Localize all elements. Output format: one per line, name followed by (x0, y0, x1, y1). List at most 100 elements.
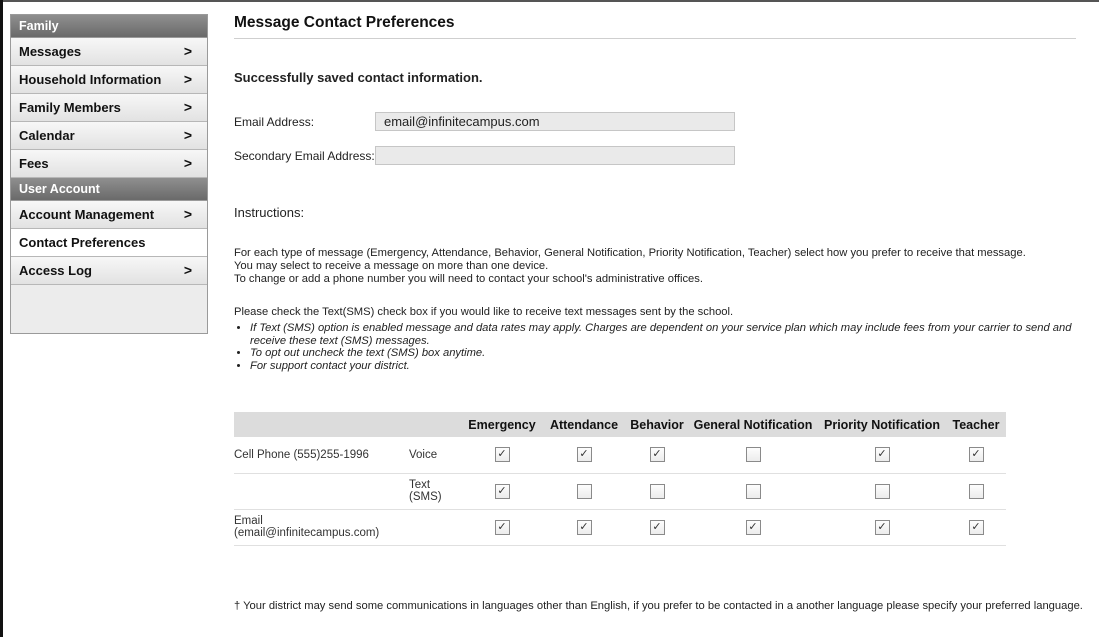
checkmark-icon: ✓ (497, 448, 507, 461)
window-top-border (0, 0, 1099, 2)
checkbox-cell: ✓ (688, 509, 818, 546)
sms-note: Please check the Text(SMS) check box if … (234, 306, 734, 318)
checkmark-icon: ✓ (971, 448, 981, 461)
sidebar-empty-area (11, 285, 207, 333)
sidebar-item-label: Fees (19, 156, 49, 171)
checkbox-checked[interactable]: ✓ (649, 447, 665, 463)
column-header: Behavior (626, 412, 688, 437)
checkbox-checked[interactable]: ✓ (874, 519, 890, 535)
checkmark-icon: ✓ (579, 448, 589, 461)
sidebar-header-user-account: User Account (11, 178, 207, 201)
column-header: Attendance (542, 412, 626, 437)
page-title: Message Contact Preferences (234, 14, 1076, 39)
checkbox-unchecked[interactable] (576, 483, 592, 499)
checkbox-checked[interactable]: ✓ (494, 519, 510, 535)
column-header: General Notification (688, 412, 818, 437)
chevron-right-icon: > (183, 71, 192, 87)
sidebar-item-label: Messages (19, 44, 82, 59)
checkbox-checked[interactable]: ✓ (576, 447, 592, 463)
checkbox-cell: ✓ (462, 509, 542, 546)
sidebar-item-label: Family Members (19, 100, 121, 115)
checkbox-cell: ✓ (946, 509, 1006, 546)
language-footnote: † Your district may send some communicat… (234, 600, 1083, 612)
instructions-line: For each type of message (Emergency, Att… (234, 247, 1026, 259)
main-content: Message Contact Preferences Successfully… (234, 14, 1083, 612)
chevron-right-icon: > (183, 262, 192, 278)
checkbox-checked[interactable]: ✓ (649, 519, 665, 535)
checkbox-checked[interactable]: ✓ (494, 447, 510, 463)
secondary-email-field[interactable] (375, 146, 735, 165)
sidebar-item-account-management[interactable]: Account Management > (11, 201, 207, 229)
table-header-row: Emergency Attendance Behavior General No… (234, 412, 1006, 437)
table-row: Text (SMS) ✓ (234, 473, 1006, 510)
checkbox-cell: ✓ (626, 437, 688, 474)
checkbox-cell: ✓ (462, 437, 542, 474)
checkbox-checked[interactable]: ✓ (576, 519, 592, 535)
checkmark-icon: ✓ (652, 520, 662, 533)
table-row: Email (email@infinitecampus.com) ✓ ✓ ✓ ✓ ✓ ✓ (234, 509, 1006, 546)
sms-bullet: For support contact your district. (250, 360, 1099, 373)
checkbox-cell: ✓ (462, 473, 542, 510)
checkbox-checked[interactable]: ✓ (494, 483, 510, 499)
checkbox-unchecked[interactable] (649, 483, 665, 499)
instructions-line: You may select to receive a message on m… (234, 260, 549, 272)
method-cell: Voice (408, 437, 462, 474)
checkmark-icon: ✓ (971, 520, 981, 533)
column-header-method (408, 412, 462, 437)
checkmark-icon: ✓ (579, 520, 589, 533)
column-header: Teacher (946, 412, 1006, 437)
sidebar-header-family: Family (11, 15, 207, 38)
checkbox-checked[interactable]: ✓ (745, 519, 761, 535)
sidebar-item-label: Account Management (19, 207, 155, 222)
checkmark-icon: ✓ (497, 520, 507, 533)
checkbox-cell (818, 473, 946, 510)
sidebar-item-fees[interactable]: Fees > (11, 150, 207, 178)
sidebar-item-family-members[interactable]: Family Members > (11, 94, 207, 122)
checkbox-unchecked[interactable] (968, 483, 984, 499)
checkmark-icon: ✓ (748, 520, 758, 533)
window-left-border (0, 0, 3, 637)
checkbox-cell: ✓ (542, 509, 626, 546)
method-cell: Text (SMS) (408, 473, 462, 510)
sms-bullet-list: If Text (SMS) option is enabled message … (234, 322, 1099, 372)
checkmark-icon: ✓ (497, 484, 507, 497)
instructions-text: For each type of message (Emergency, Att… (234, 247, 1084, 286)
sidebar-item-access-log[interactable]: Access Log > (11, 257, 207, 285)
sidebar-item-contact-preferences[interactable]: Contact Preferences (11, 229, 207, 257)
checkbox-checked[interactable]: ✓ (968, 519, 984, 535)
checkmark-icon: ✓ (877, 520, 887, 533)
sidebar-item-label: Calendar (19, 128, 75, 143)
checkbox-unchecked[interactable] (745, 483, 761, 499)
sidebar: Family Messages > Household Information … (10, 14, 208, 334)
checkbox-cell: ✓ (818, 437, 946, 474)
success-message: Successfully saved contact information. (234, 70, 483, 85)
checkbox-unchecked[interactable] (874, 483, 890, 499)
checkbox-cell: ✓ (818, 509, 946, 546)
sms-bullet: If Text (SMS) option is enabled message … (250, 322, 1099, 347)
checkbox-checked[interactable]: ✓ (968, 447, 984, 463)
email-label: Email Address: (234, 115, 315, 129)
checkbox-unchecked[interactable] (745, 447, 761, 463)
sidebar-item-messages[interactable]: Messages > (11, 38, 207, 66)
preferences-table: Emergency Attendance Behavior General No… (234, 412, 1006, 546)
sidebar-item-label: Contact Preferences (19, 235, 146, 250)
column-header: Priority Notification (818, 412, 946, 437)
chevron-right-icon: > (183, 127, 192, 143)
chevron-right-icon: > (183, 155, 192, 171)
column-header-contact (234, 412, 408, 437)
sidebar-item-label: Household Information (19, 72, 162, 87)
sms-bullet: To opt out uncheck the text (SMS) box an… (250, 347, 1099, 360)
chevron-right-icon: > (183, 43, 192, 59)
table-row: Cell Phone (555)255-1996 Voice ✓ ✓ ✓ ✓ ✓ (234, 437, 1006, 474)
contact-cell (234, 473, 408, 510)
checkbox-checked[interactable]: ✓ (874, 447, 890, 463)
checkbox-cell: ✓ (946, 437, 1006, 474)
contact-cell: Cell Phone (555)255-1996 (234, 437, 408, 474)
chevron-right-icon: > (183, 206, 192, 222)
checkbox-cell (946, 473, 1006, 510)
sidebar-item-calendar[interactable]: Calendar > (11, 122, 207, 150)
chevron-right-icon: > (183, 99, 192, 115)
checkbox-cell (688, 473, 818, 510)
sidebar-item-household-information[interactable]: Household Information > (11, 66, 207, 94)
email-field[interactable] (375, 112, 735, 131)
